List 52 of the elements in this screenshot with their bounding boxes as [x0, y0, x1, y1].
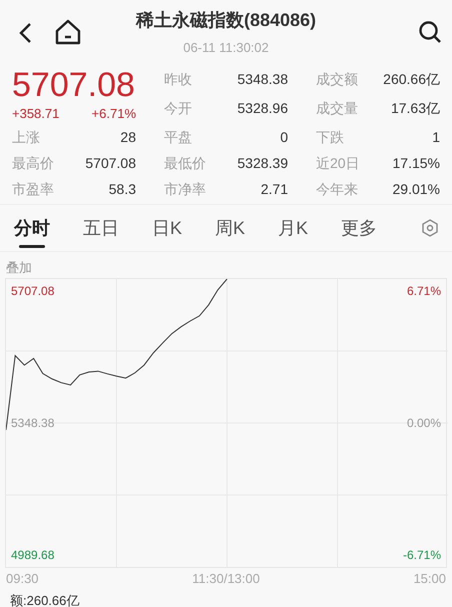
stat-value: 28: [120, 128, 136, 146]
stat-value: 5348.38: [237, 70, 288, 88]
price-axis-label: 5348.38: [11, 417, 54, 429]
percent-axis-label: 0.00%: [406, 417, 441, 429]
last-price: 5707.08: [12, 66, 136, 104]
stat-value: 17.15%: [392, 154, 440, 172]
chart-tab[interactable]: 五日: [83, 205, 119, 251]
price-axis-label: 5707.08: [11, 285, 54, 297]
chart-tab[interactable]: 日K: [152, 205, 182, 251]
back-icon[interactable]: [18, 22, 32, 44]
stat-label: 上涨: [12, 128, 40, 146]
stat-value: 17.63亿: [390, 98, 440, 118]
chart-tab[interactable]: 分时: [14, 205, 50, 251]
stat-label: 成交额: [316, 70, 358, 88]
stat-value: 5707.08: [85, 154, 136, 172]
chart-tab[interactable]: 周K: [215, 205, 246, 251]
stat-value: 5328.39: [237, 154, 288, 172]
home-icon[interactable]: [55, 19, 81, 45]
stat-label: 市盈率: [12, 180, 54, 198]
stat-label: 最高价: [12, 154, 54, 172]
chart-tab[interactable]: 月K: [278, 205, 308, 251]
price-change: +358.71: [12, 105, 60, 124]
stat-value: 260.66亿: [383, 70, 440, 88]
stat-label: 今年来: [316, 180, 358, 198]
percent-axis-label: 6.71%: [406, 285, 441, 297]
stat-value: 29.01%: [392, 180, 440, 198]
stat-label: 平盘: [164, 128, 192, 146]
stat-value: 58.3: [108, 180, 136, 198]
chart-tab[interactable]: 更多: [341, 205, 378, 251]
price-axis-label: 4989.68: [11, 549, 54, 561]
window-title: 稀土永磁指数(884086): [136, 9, 316, 32]
timestamp: 06-11 11:30:02: [183, 39, 269, 57]
stat-label: 市净率: [164, 180, 206, 198]
stat-label: 今开: [164, 98, 192, 118]
stat-label: 下跌: [316, 128, 344, 146]
stat-label: 近20日: [316, 154, 360, 172]
percent-change: +6.71%: [92, 105, 136, 124]
stat-label: 成交量: [316, 98, 358, 118]
percent-axis-label: -6.71%: [402, 549, 441, 561]
time-axis-label: 15:00: [413, 572, 446, 584]
stat-label: 最低价: [164, 154, 206, 172]
stat-value: 0: [280, 128, 288, 146]
time-axis-label: 09:30: [6, 572, 39, 584]
time-axis-label: 11:30/13:00: [192, 572, 260, 584]
stat-value: 1: [432, 128, 440, 146]
stat-label: 昨收: [164, 70, 192, 88]
search-icon[interactable]: [418, 20, 442, 44]
turnover-label: 额:260.66亿: [10, 593, 80, 607]
stat-value: 5328.96: [237, 98, 288, 118]
tab-underline: [19, 245, 45, 248]
stat-value: 2.71: [260, 180, 288, 198]
settings-icon[interactable]: [422, 219, 438, 237]
